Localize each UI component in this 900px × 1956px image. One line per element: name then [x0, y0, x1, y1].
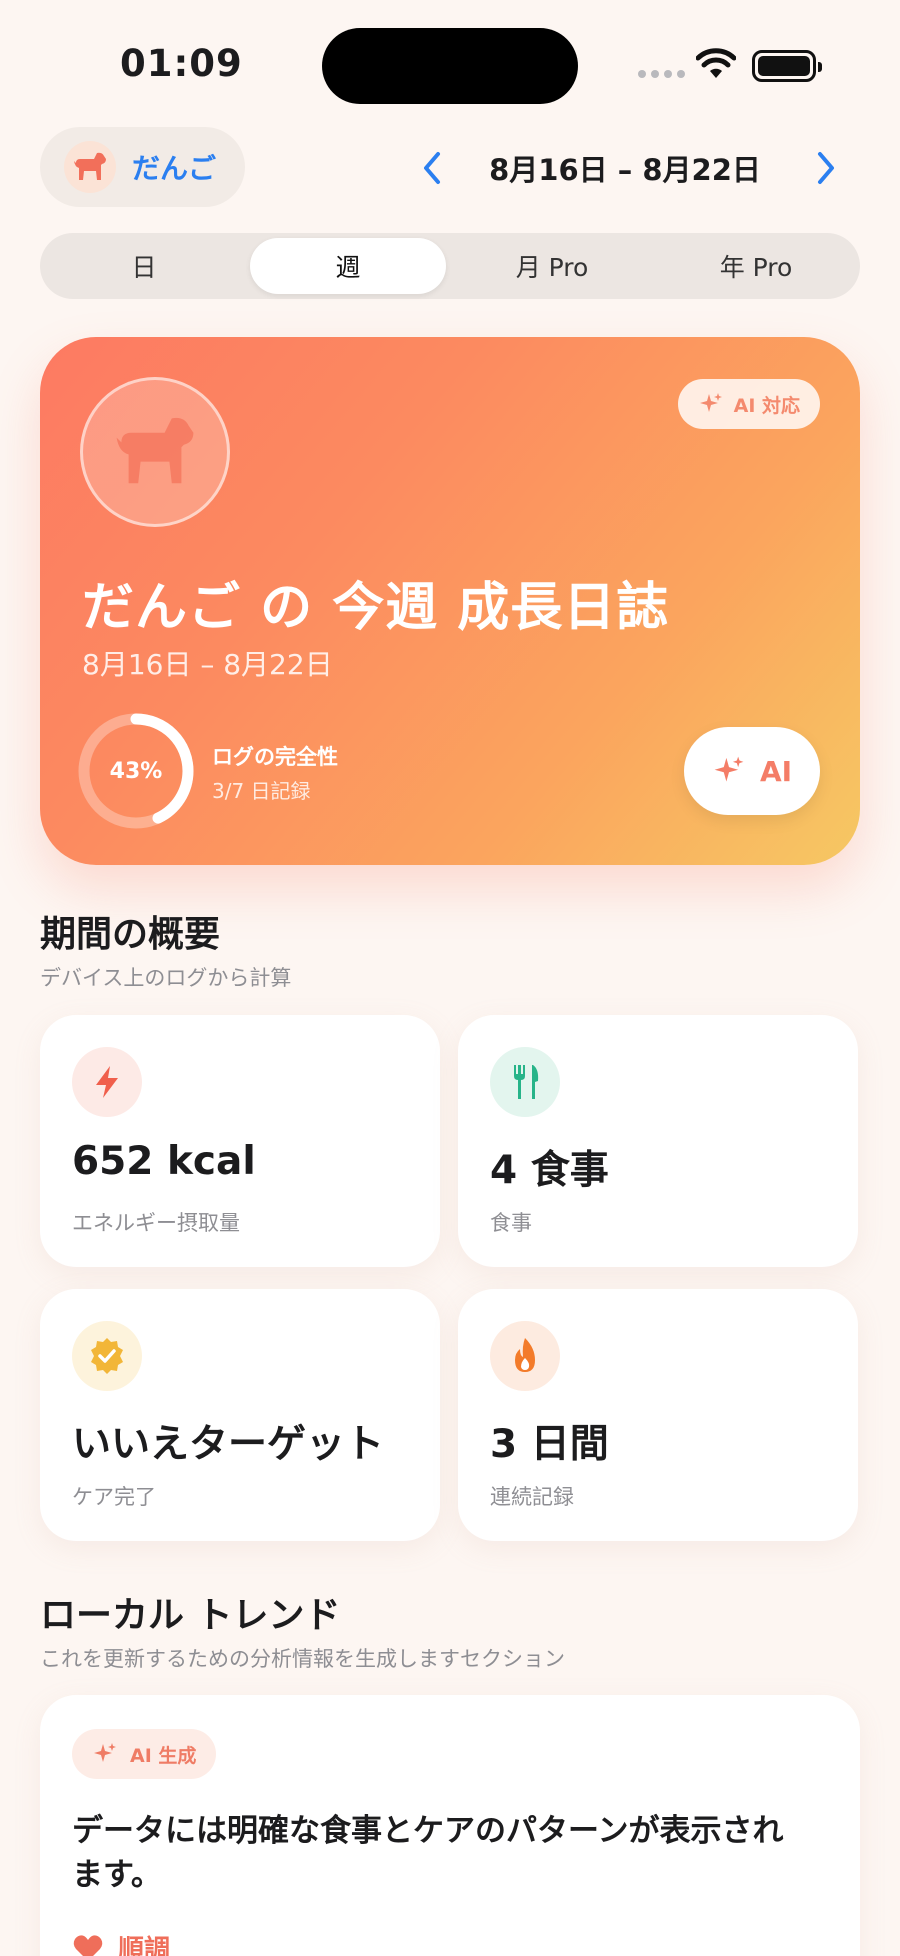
- summary-title: 期間の概要: [40, 914, 221, 955]
- dog-avatar-icon: [64, 141, 116, 193]
- completeness-percent: 43%: [109, 758, 163, 784]
- ai-supported-label: AI 対応: [733, 394, 800, 417]
- date-range-label: 8月16日 – 8月22日: [489, 153, 761, 187]
- streak-value: 3 日間: [490, 1422, 609, 1467]
- growth-diary-card: AI 対応 だんご の 今週 成長日誌 8月16日 – 8月22日 43% ログ…: [40, 337, 860, 865]
- tab-week[interactable]: 週: [250, 238, 446, 294]
- pet-selector-button[interactable]: だんご: [40, 127, 245, 207]
- ai-supported-badge: AI 対応: [677, 379, 820, 429]
- streak-label: 連続記録: [490, 1485, 574, 1509]
- diary-date-range: 8月16日 – 8月22日: [82, 648, 333, 681]
- status-time: 01:09: [120, 42, 243, 85]
- trend-status-label: 順調: [118, 1935, 171, 1956]
- care-label: ケア完了: [72, 1485, 156, 1509]
- meals-value: 4 食事: [490, 1148, 609, 1193]
- energy-label: エネルギー摂取量: [72, 1211, 240, 1235]
- streak-card[interactable]: 3 日間 連続記録: [458, 1289, 858, 1541]
- sparkle-icon: [699, 393, 722, 412]
- battery-icon: [752, 50, 822, 82]
- tab-day[interactable]: 日: [46, 238, 242, 294]
- ai-generate-button[interactable]: AI: [684, 727, 820, 815]
- wifi-icon: [695, 48, 737, 84]
- ai-generated-badge: AI 生成: [72, 1729, 217, 1779]
- completeness-label: ログの完全性: [212, 745, 338, 769]
- fork-knife-icon: [490, 1047, 560, 1117]
- care-value: いいえターゲット: [72, 1422, 385, 1467]
- heart-icon: [73, 1934, 103, 1956]
- pet-name-label: だんご: [132, 152, 217, 185]
- meals-label: 食事: [490, 1211, 532, 1235]
- chevron-right-icon: [818, 152, 834, 184]
- trend-card: AI 生成 データには明確な食事とケアのパターンが表示されます。 順調: [40, 1695, 860, 1956]
- next-week-button[interactable]: [808, 148, 842, 192]
- flame-icon: [490, 1321, 560, 1391]
- trend-insight-text: データには明確な食事とケアのパターンが表示されます。: [72, 1813, 784, 1893]
- summary-subtitle: デバイス上のログから計算: [40, 966, 292, 990]
- tab-month-pro[interactable]: 月 Pro: [454, 238, 650, 294]
- sparkle-icon: [94, 1743, 116, 1762]
- ai-generated-label: AI 生成: [130, 1744, 197, 1767]
- period-segmented-control: 日 週 月 Pro 年 Pro: [40, 233, 860, 299]
- previous-week-button[interactable]: [416, 148, 450, 192]
- cellular-signal-icon: [638, 70, 685, 78]
- diary-title: だんご の 今週 成長日誌: [82, 578, 670, 638]
- check-badge-icon: [72, 1321, 142, 1391]
- care-card[interactable]: いいえターゲット ケア完了: [40, 1289, 440, 1541]
- trend-status: 順調: [72, 1929, 170, 1956]
- tab-year-pro[interactable]: 年 Pro: [658, 238, 854, 294]
- meals-card[interactable]: 4 食事 食事: [458, 1015, 858, 1267]
- energy-value: 652 kcal: [72, 1139, 256, 1184]
- energy-card[interactable]: 652 kcal エネルギー摂取量: [40, 1015, 440, 1267]
- completeness-days: 3/7 日記録: [212, 779, 311, 803]
- trend-title: ローカル トレンド: [40, 1595, 341, 1636]
- trend-subtitle: これを更新するための分析情報を生成しますセクション: [40, 1647, 565, 1671]
- sparkle-icon: [714, 756, 744, 782]
- chevron-left-icon: [424, 152, 440, 184]
- ai-button-label: AI: [759, 754, 793, 788]
- dog-icon: [80, 377, 230, 527]
- bolt-icon: [72, 1047, 142, 1117]
- dynamic-island: [322, 28, 578, 104]
